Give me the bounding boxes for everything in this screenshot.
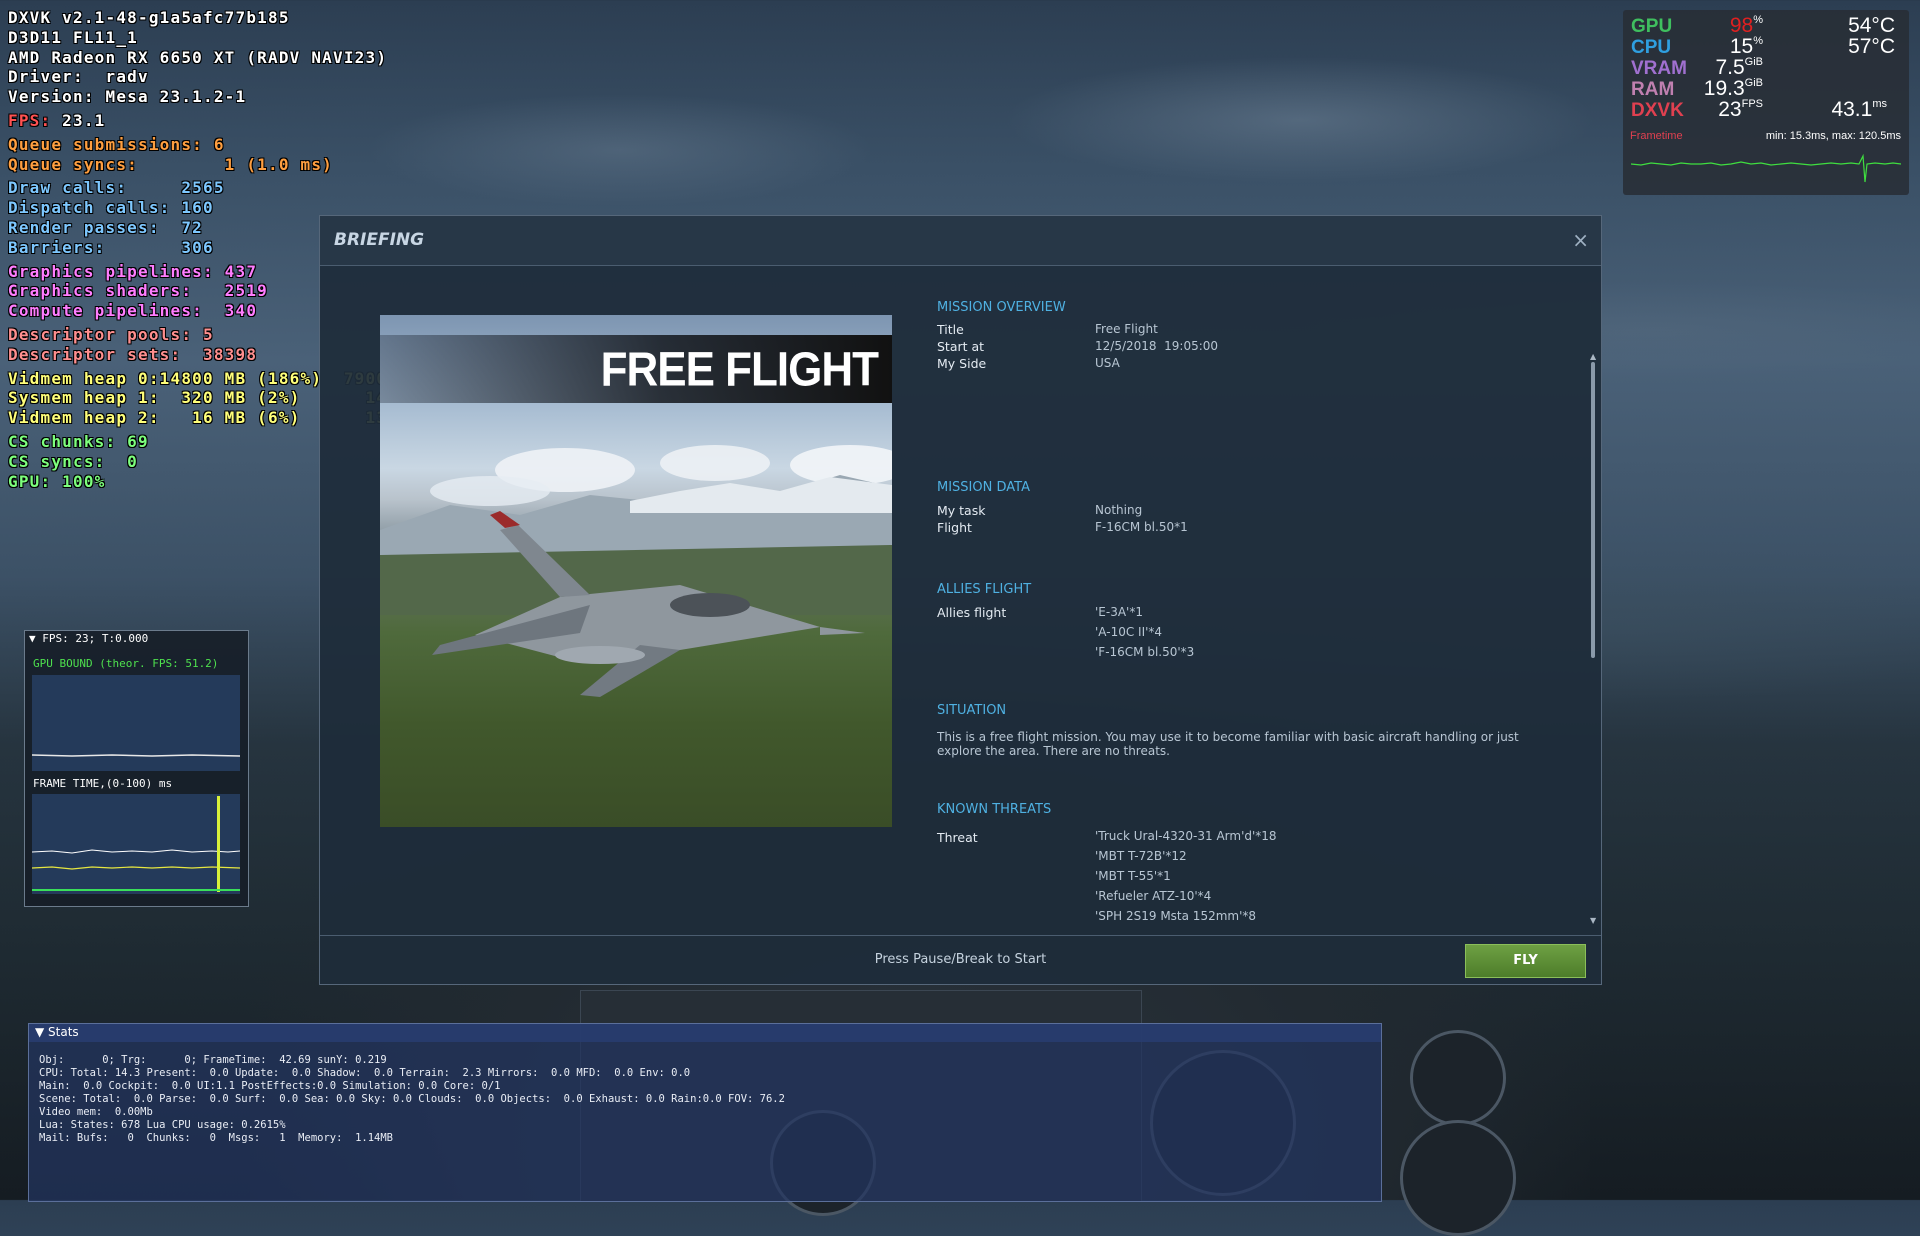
briefing-dialog: BRIEFING × FREE FLIGHT MISSION OVERVIEW … xyxy=(319,215,1602,985)
frame-time-label: FRAME TIME,(0-100) ms xyxy=(33,777,173,790)
threat-item: 'MBT T-55'*1 xyxy=(1095,869,1171,883)
hud-line: D3D11 FL11_1 xyxy=(8,27,138,47)
threat-item: 'SPH 2S19 Msta 152mm'*8 xyxy=(1095,909,1257,923)
threat-item: 'Refueler ATZ-10'*4 xyxy=(1095,889,1212,903)
press-pause-text: Press Pause/Break to Start xyxy=(874,952,1047,967)
fps-window-title[interactable]: ▼ FPS: 23; T:0.000 xyxy=(29,632,148,645)
mangohud-unit: ms xyxy=(1872,98,1887,110)
fps-line xyxy=(31,754,241,757)
allies-flight-item: 'E-3A'*1 xyxy=(1095,605,1143,619)
start-at-label: Start at xyxy=(937,339,985,354)
gpu-bound-label: GPU BOUND (theor. FPS: 51.2) xyxy=(33,657,219,670)
my-task-label: My task xyxy=(937,503,986,518)
stats-panel: ▼ Stats Obj: 0; Trg: 0; FrameTime: 42.69… xyxy=(28,1023,1382,1202)
dialog-title: BRIEFING xyxy=(334,230,425,250)
mission-picture: FREE FLIGHT xyxy=(380,315,892,827)
briefing-scrollbar[interactable] xyxy=(1591,362,1595,658)
hud-line: DXVK v2.1-48-g1a5afc77b185 xyxy=(8,8,290,27)
hud-line: Version: Mesa 23.1.2-1 xyxy=(8,87,247,107)
mission-overview-heading: MISSION OVERVIEW xyxy=(937,300,1066,315)
title-label: Title xyxy=(937,322,964,337)
hud-line: Queue syncs: 1 (1.0 ms) xyxy=(8,154,333,174)
stats-line: Lua: States: 678 Lua CPU usage: 0.2615% xyxy=(39,1119,286,1131)
hud-line: FPS: 23.1 xyxy=(8,111,474,131)
free-flight-banner-text: FREE FLIGHT xyxy=(600,342,879,397)
scroll-down-arrow-icon[interactable]: ▼ xyxy=(1590,916,1596,925)
hud-line-label: FPS: xyxy=(8,110,52,130)
threat-label: Threat xyxy=(937,830,978,845)
allies-flight-heading: ALLIES FLIGHT xyxy=(937,582,1032,597)
allies-flight-item: 'A-10C II'*4 xyxy=(1095,625,1163,639)
flight-value: F-16CM bl.50*1 xyxy=(1095,520,1188,534)
mangohud-label: DXVK xyxy=(1631,100,1684,121)
threat-item: 'Truck Ural-4320-31 Arm'd'*18 xyxy=(1095,829,1277,843)
stats-line: Scene: Total: 0.0 Parse: 0.0 Surf: 0.0 S… xyxy=(39,1093,785,1105)
flight-label: Flight xyxy=(937,520,972,535)
title-value: Free Flight xyxy=(1095,322,1158,336)
frame-time-spike xyxy=(217,796,220,892)
stats-line: CPU: Total: 14.3 Present: 0.0 Update: 0.… xyxy=(39,1067,691,1079)
stats-line: Obj: 0; Trg: 0; FrameTime: 42.69 sunY: 0… xyxy=(39,1054,387,1066)
mangohud-frametime-value: 43.1ms xyxy=(1831,98,1887,121)
stats-line: Main: 0.0 Cockpit: 0.0 UI:1.1 PostEffect… xyxy=(39,1080,501,1092)
hud-line: Draw calls: 2565 xyxy=(8,178,225,198)
fps-graph xyxy=(31,675,241,771)
fps-debug-window[interactable]: ▼ FPS: 23; T:0.000 GPU BOUND (theor. FPS… xyxy=(24,630,249,907)
stats-title[interactable]: ▼ Stats xyxy=(35,1025,79,1039)
hud-line: Queue submissions: 6 xyxy=(8,134,225,154)
picture-banner: FREE FLIGHT xyxy=(380,335,892,403)
my-side-label: My Side xyxy=(937,356,987,371)
mangohud-label: RAM xyxy=(1631,79,1675,100)
stats-line: Video mem: 0.00Mb xyxy=(39,1106,153,1118)
mangohud-unit: % xyxy=(1753,14,1763,26)
situation-heading: SITUATION xyxy=(937,703,1007,718)
frame-time-lines xyxy=(31,796,241,892)
mangohud-unit: GiB xyxy=(1744,77,1763,89)
my-side-value: USA xyxy=(1095,356,1120,370)
mangohud-label: GPU xyxy=(1631,16,1673,37)
dialog-header: BRIEFING × xyxy=(320,216,1601,266)
allies-flight-label: Allies flight xyxy=(937,605,1007,620)
close-icon[interactable]: × xyxy=(1572,228,1589,252)
dialog-footer: Press Pause/Break to Start FLY xyxy=(320,935,1601,985)
cockpit-gauge xyxy=(1400,1120,1516,1236)
scroll-up-arrow-icon[interactable]: ▲ xyxy=(1590,352,1596,361)
stats-line: Mail: Bufs: 0 Chunks: 0 Msgs: 1 Memory: … xyxy=(39,1132,394,1144)
hud-line: Driver: radv xyxy=(8,67,149,87)
mangohud-label: CPU xyxy=(1631,37,1672,58)
start-at-value: 12/5/2018 19:05:00 xyxy=(1095,339,1219,353)
hud-line: AMD Radeon RX 6650 XT (RADV NAVI23) xyxy=(8,47,388,67)
allies-flight-item: 'F-16CM bl.50'*3 xyxy=(1095,645,1195,659)
my-task-value: Nothing xyxy=(1095,503,1143,517)
threat-item: 'MBT T-72B'*12 xyxy=(1095,849,1187,863)
mangohud-unit: GiB xyxy=(1744,56,1763,68)
mangohud-temp: 57°C xyxy=(1848,35,1895,58)
known-threats-heading: KNOWN THREATS xyxy=(937,802,1052,817)
situation-text: This is a free flight mission. You may u… xyxy=(937,730,1519,758)
mangohud-label: VRAM xyxy=(1631,58,1687,79)
stats-header[interactable]: ▼ Stats xyxy=(29,1024,1381,1042)
hud-line-value: 23.1 xyxy=(51,110,106,130)
mangohud-unit: FPS xyxy=(1741,98,1763,110)
frametime-label: Frametime xyxy=(1630,130,1683,142)
cockpit-gauge xyxy=(1410,1030,1506,1126)
mangohud-unit: % xyxy=(1753,35,1763,47)
mission-data-heading: MISSION DATA xyxy=(937,480,1030,495)
mangohud-overlay: Frametime min: 15.3ms, max: 120.5ms GPU 9… xyxy=(1623,10,1909,195)
frametime-stats: min: 15.3ms, max: 120.5ms xyxy=(1765,130,1901,142)
frame-time-graph xyxy=(31,794,241,894)
fly-button[interactable]: FLY xyxy=(1465,944,1586,978)
mangohud-value: 23FPS xyxy=(1718,98,1763,121)
stats-body: Obj: 0; Trg: 0; FrameTime: 42.69 sunY: 0… xyxy=(39,1054,785,1145)
frametime-graph xyxy=(1631,153,1901,183)
